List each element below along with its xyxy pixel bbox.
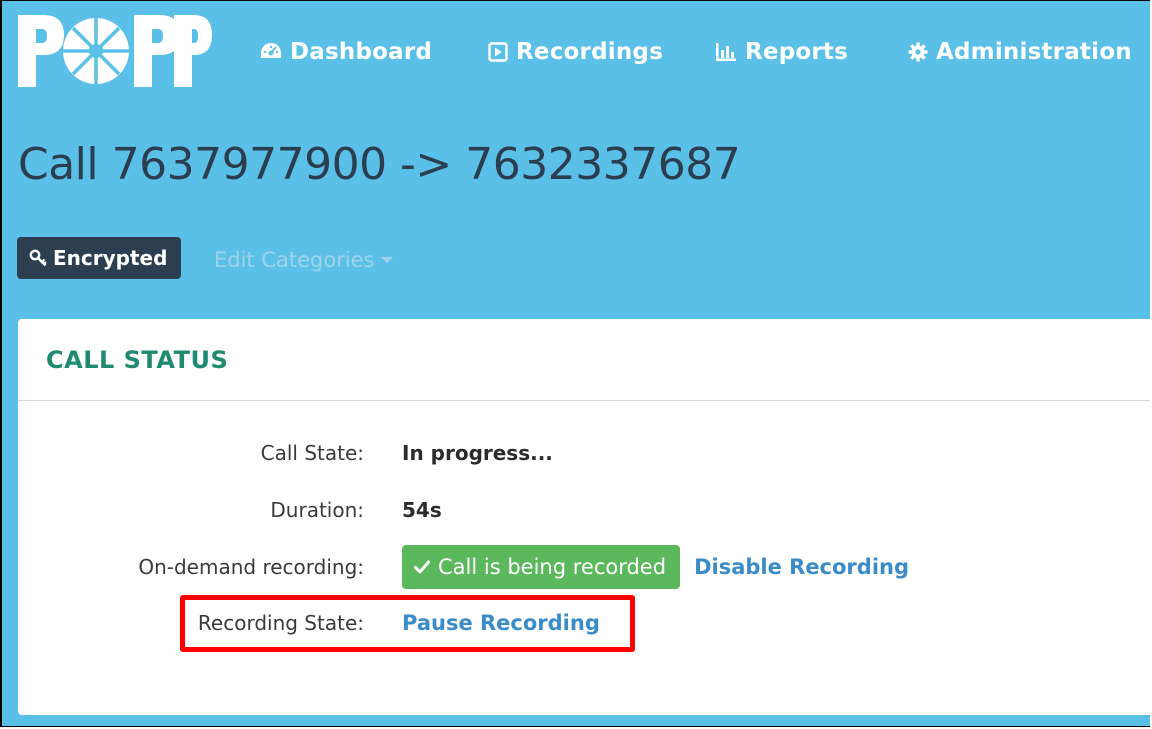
duration-row: Duration: 54s	[18, 490, 1118, 530]
duration-value: 54s	[402, 498, 442, 522]
encrypted-badge-label: Encrypted	[53, 246, 168, 270]
disable-recording-link[interactable]: Disable Recording	[694, 555, 909, 579]
panel-header: CALL STATUS	[18, 319, 1150, 401]
recording-state-label: Recording State:	[197, 611, 364, 635]
nav-dashboard[interactable]: Dashboard	[260, 35, 432, 69]
top-navbar: Dashboard Recordings Reports Administrat…	[2, 1, 1150, 101]
recording-state-value: Pause Recording	[402, 611, 600, 635]
check-icon	[414, 560, 430, 574]
nav-recordings[interactable]: Recordings	[488, 35, 663, 69]
nav-dashboard-label: Dashboard	[290, 39, 433, 65]
recording-status-badge: Call is being recorded	[402, 545, 681, 589]
page-title: Call 7637977900 -> 7632337687	[18, 139, 741, 190]
duration-label: Duration:	[270, 498, 364, 522]
call-state-value: In progress...	[402, 441, 553, 465]
pause-recording-link[interactable]: Pause Recording	[402, 611, 600, 635]
gear-icon	[908, 42, 928, 62]
recording-state-row: Recording State: Pause Recording	[18, 603, 1118, 643]
nav-reports-label: Reports	[745, 39, 849, 65]
nav-recordings-label: Recordings	[516, 39, 663, 65]
edit-categories-label: Edit Categories	[214, 248, 375, 272]
on-demand-recording-value: Call is being recorded Disable Recording	[402, 545, 909, 589]
app-window: Dashboard Recordings Reports Administrat…	[0, 0, 1150, 727]
call-state-label: Call State:	[260, 441, 364, 465]
nav-reports[interactable]: Reports	[715, 35, 848, 69]
play-square-icon	[488, 42, 508, 62]
call-state-row: Call State: In progress...	[18, 433, 1118, 473]
dashboard-gauge-icon	[260, 42, 282, 62]
encrypted-badge: Encrypted	[17, 237, 182, 279]
nav-administration-label: Administration	[936, 39, 1132, 65]
recording-status-label: Call is being recorded	[438, 555, 667, 579]
caret-down-icon	[380, 257, 393, 263]
on-demand-recording-label: On-demand recording:	[138, 555, 364, 579]
key-icon	[29, 249, 47, 267]
edit-categories-dropdown[interactable]: Edit Categories	[214, 248, 393, 272]
nav-administration[interactable]: Administration	[908, 35, 1132, 69]
panel-title: CALL STATUS	[46, 345, 229, 374]
bar-chart-icon	[715, 42, 737, 62]
on-demand-recording-row: On-demand recording: Call is being recor…	[18, 545, 1118, 589]
popp-logo[interactable]	[16, 13, 212, 89]
call-status-panel: CALL STATUS Call State: In progress... D…	[18, 319, 1150, 715]
